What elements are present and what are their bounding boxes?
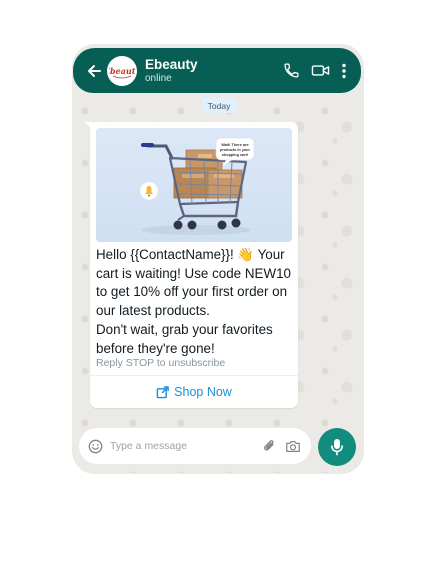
camera-icon[interactable] [285,439,301,454]
shop-now-label: Shop Now [174,385,232,399]
bell-icon [139,181,159,201]
brand-logo: Ebeauty [109,66,135,78]
message-line-1: Hello {{ContactName}}! 👋 Your cart is wa… [96,247,291,319]
header-actions [283,62,347,79]
microphone-icon [330,438,344,456]
page: Ebeauty Ebeauty online [0,0,434,574]
emoji-icon[interactable] [88,439,103,454]
paperclip-icon[interactable] [262,439,277,454]
message-composer[interactable]: Type a message [79,428,311,464]
svg-text:shopping cart!: shopping cart! [222,153,248,157]
external-link-icon [156,385,169,399]
contact-status: online [145,72,172,84]
shopping-cart-illustration: Wait! There are products in your shoppin… [139,137,255,235]
chat-header: Ebeauty Ebeauty online [73,48,361,93]
message-input[interactable]: Type a message [110,440,262,452]
avatar[interactable]: Ebeauty [107,55,137,86]
back-arrow-icon[interactable] [83,63,105,79]
bubble-tail [85,122,93,130]
svg-text:Ebeauty: Ebeauty [109,66,135,76]
contact-info[interactable]: Ebeauty online [145,57,283,85]
phone-icon[interactable] [283,62,300,79]
more-vertical-icon[interactable] [341,63,347,79]
message-footer: Reply STOP to unsubscribe [96,357,226,369]
message-bubble: Wait! There are products in your shoppin… [85,122,298,408]
chat-window: Ebeauty Ebeauty online [73,45,363,473]
message-line-2: Don't wait, grab your favorites before t… [96,321,273,356]
microphone-button[interactable] [318,428,356,466]
date-separator: Today [201,98,237,113]
message-text: Hello {{ContactName}}! 👋 Your cart is wa… [96,246,294,358]
contact-name: Ebeauty [145,56,198,72]
shop-now-button[interactable]: Shop Now [90,376,298,408]
svg-text:Wait! There are: Wait! There are [221,143,248,147]
svg-text:products in your: products in your [220,148,250,152]
video-camera-icon[interactable] [311,62,330,79]
message-image[interactable]: Wait! There are products in your shoppin… [96,128,292,242]
